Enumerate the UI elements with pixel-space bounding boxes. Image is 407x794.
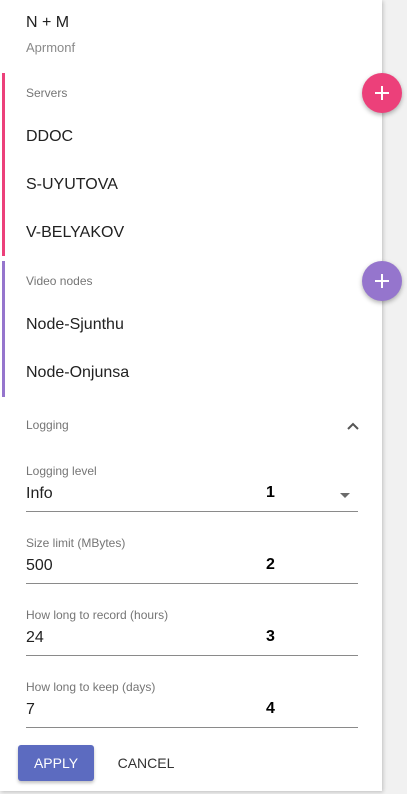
video-nodes-section-label: Video nodes bbox=[26, 274, 93, 288]
size-limit-field[interactable]: Size limit (MBytes) 500 2 bbox=[26, 536, 358, 594]
apply-button[interactable]: APPLY bbox=[18, 745, 94, 781]
keep-duration-label: How long to keep (days) bbox=[26, 680, 156, 694]
field-underline bbox=[26, 655, 358, 656]
marker-1: 1 bbox=[266, 484, 275, 501]
marker-4: 4 bbox=[266, 700, 275, 717]
size-limit-label: Size limit (MBytes) bbox=[26, 536, 126, 550]
cancel-button[interactable]: CANCEL bbox=[108, 745, 184, 781]
plus-icon bbox=[375, 274, 389, 288]
field-underline bbox=[26, 727, 358, 728]
node-item-onjunsa[interactable]: Node-Onjunsa bbox=[26, 364, 129, 382]
server-item-ddoc[interactable]: DDOC bbox=[26, 128, 73, 146]
servers-accent-bar bbox=[2, 73, 5, 256]
keep-duration-field[interactable]: How long to keep (days) 7 4 bbox=[26, 680, 358, 738]
logging-level-label: Logging level bbox=[26, 464, 97, 478]
record-duration-field[interactable]: How long to record (hours) 24 3 bbox=[26, 608, 358, 666]
server-item-v-belyakov[interactable]: V-BELYAKOV bbox=[26, 224, 124, 242]
servers-section-label: Servers bbox=[26, 86, 68, 100]
add-server-button[interactable] bbox=[362, 73, 402, 113]
server-item-s-uyutova[interactable]: S-UYUTOVA bbox=[26, 176, 118, 194]
field-underline bbox=[26, 583, 358, 584]
logging-section-label: Logging bbox=[26, 418, 69, 432]
keep-duration-value[interactable]: 7 bbox=[26, 701, 35, 719]
chevron-up-icon[interactable] bbox=[345, 418, 361, 434]
size-limit-value[interactable]: 500 bbox=[26, 557, 53, 575]
record-duration-label: How long to record (hours) bbox=[26, 608, 169, 622]
record-duration-value[interactable]: 24 bbox=[26, 629, 44, 647]
logging-level-value[interactable]: Info bbox=[26, 485, 53, 503]
add-video-node-button[interactable] bbox=[362, 261, 402, 301]
node-item-sjunthu[interactable]: Node-Sjunthu bbox=[26, 316, 124, 334]
dropdown-arrow-icon[interactable] bbox=[340, 493, 350, 498]
plus-icon bbox=[375, 86, 389, 100]
marker-3: 3 bbox=[266, 628, 275, 645]
video-nodes-accent-bar bbox=[2, 261, 5, 397]
logging-section-header[interactable]: Logging bbox=[0, 405, 382, 445]
settings-panel: N + M Aprmonf Servers DDOC S-UYUTOVA V-B… bbox=[0, 0, 382, 791]
field-underline bbox=[26, 511, 358, 512]
logging-level-select[interactable]: Logging level Info 1 bbox=[26, 464, 358, 522]
page-title: N + M bbox=[26, 14, 70, 31]
marker-2: 2 bbox=[266, 556, 275, 573]
page-subtitle: Aprmonf bbox=[26, 40, 76, 55]
